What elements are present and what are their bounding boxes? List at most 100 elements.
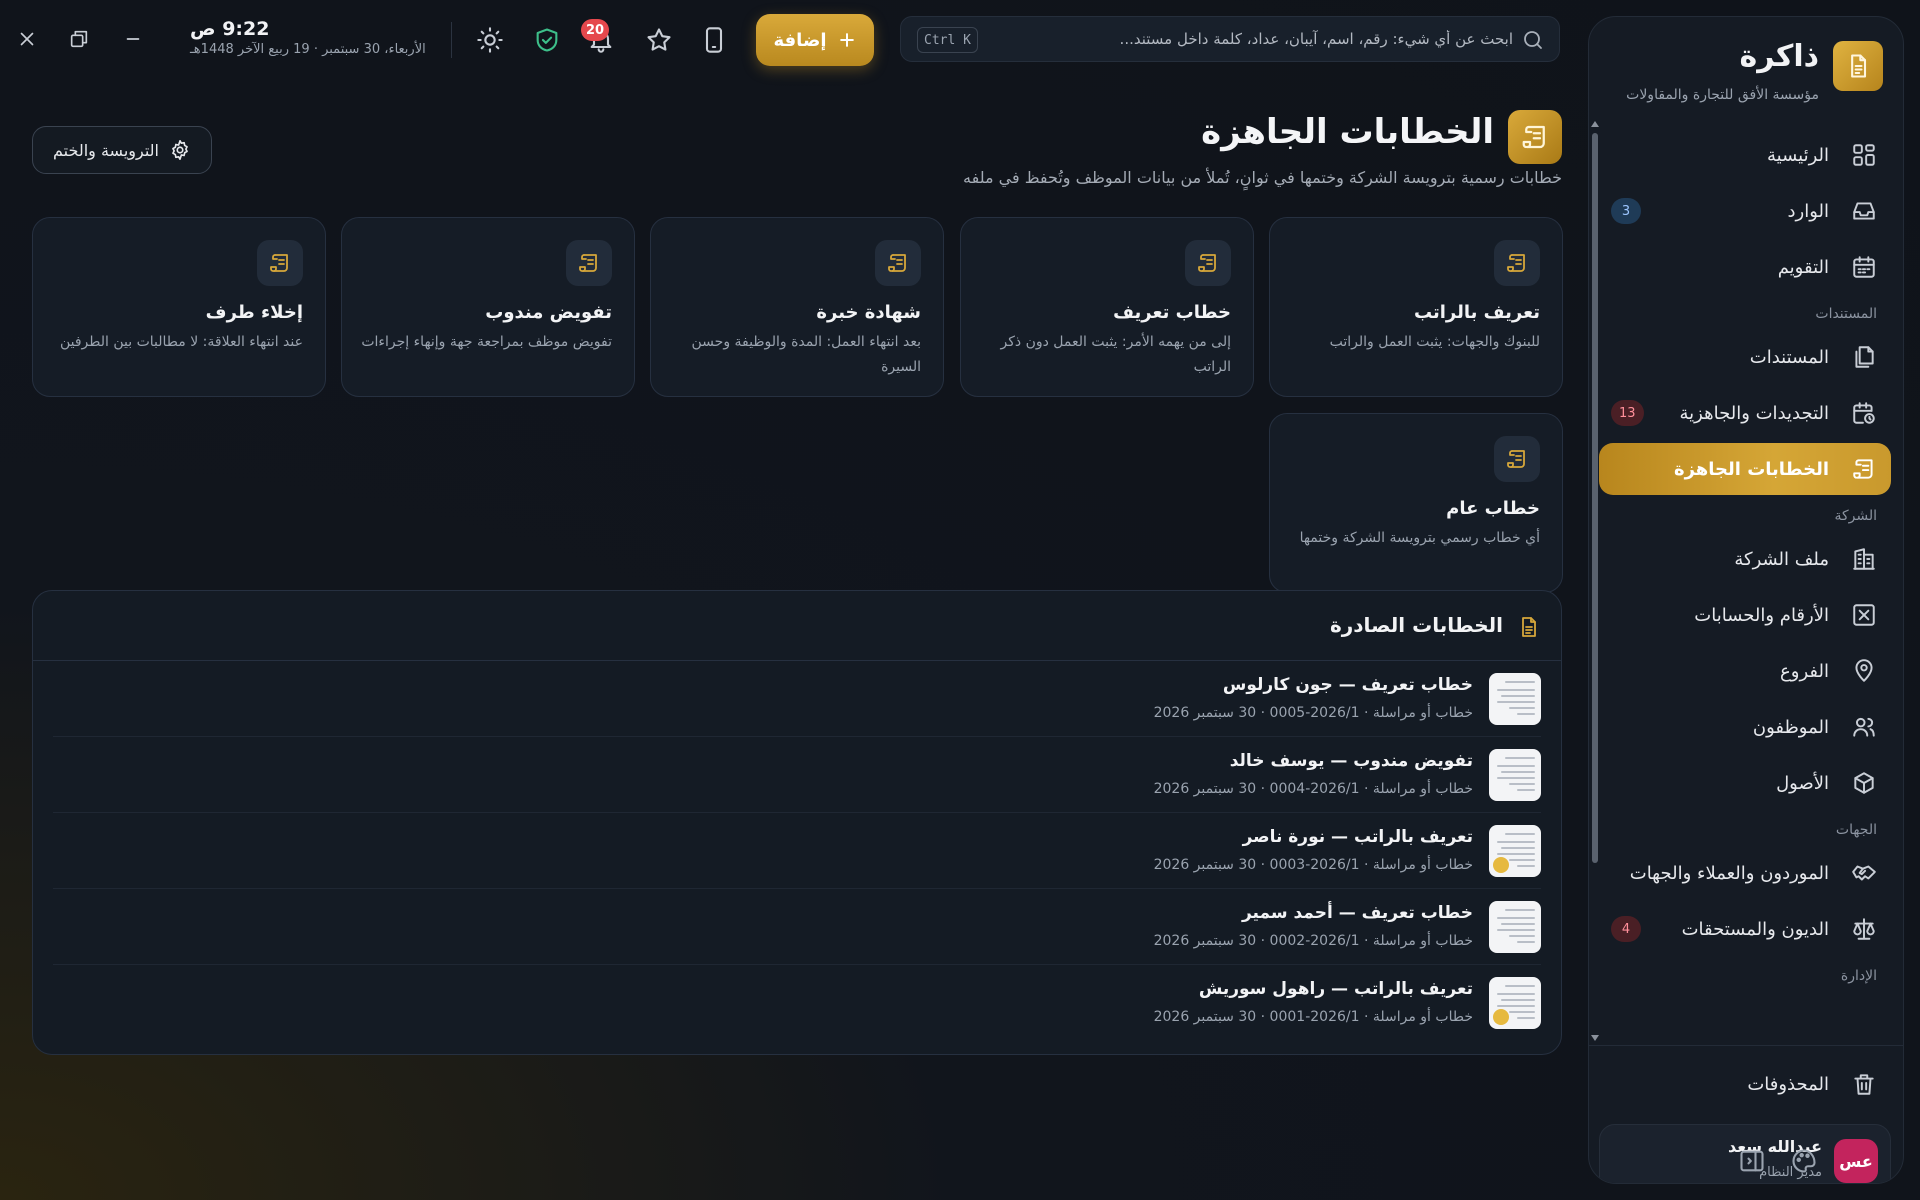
- mobile-icon[interactable]: [700, 26, 728, 54]
- brand-subtitle: مؤسسة الأفق للتجارة والمقاولات: [1626, 87, 1819, 103]
- template-card[interactable]: خطاب عام أي خطاب رسمي بترويسة الشركة وخت…: [1269, 413, 1563, 593]
- building-icon: [1853, 548, 1875, 570]
- shield-check-icon[interactable]: [533, 26, 561, 54]
- minimize-icon[interactable]: [122, 28, 144, 50]
- template-description: أي خطاب رسمي بترويسة الشركة وختمها: [1299, 530, 1540, 546]
- search-input[interactable]: [993, 17, 1513, 61]
- stamp-icon: [1493, 1009, 1509, 1025]
- avatar: عس: [1834, 1139, 1878, 1183]
- scroll-icon: [1185, 240, 1231, 286]
- sidebar-item-home[interactable]: الرئيسية: [1599, 129, 1891, 181]
- template-description: للبنوك والجهات: يثبت العمل والراتب: [1329, 334, 1540, 350]
- box-icon: [1854, 772, 1874, 794]
- sidebar-item-employees[interactable]: الموظفون: [1599, 701, 1891, 753]
- template-card[interactable]: خطاب تعريف إلى من يهمه الأمر: يثبت العمل…: [960, 217, 1254, 397]
- sidebar-item-label: الرئيسية: [1767, 144, 1829, 166]
- stamp-icon: [1493, 857, 1509, 873]
- plus-icon: [839, 33, 854, 47]
- letter-thumbnail: [1489, 673, 1541, 725]
- sidebar-item-assets[interactable]: الأصول: [1599, 757, 1891, 809]
- trash-icon: [1854, 1074, 1874, 1095]
- scroll-icon: [1494, 436, 1540, 482]
- add-button-label: إضافة: [773, 29, 827, 51]
- scroll-up-arrow-icon[interactable]: [1591, 121, 1599, 127]
- sidebar-item-label: الأرقام والحسابات: [1694, 604, 1829, 626]
- issued-letters-title: الخطابات الصادرة: [1329, 613, 1503, 637]
- scroll-icon: [1853, 459, 1873, 479]
- document-icon: [1522, 617, 1536, 637]
- letter-row[interactable]: تفويض مندوب — يوسف خالد خطاب أو مراسلة · …: [53, 737, 1541, 813]
- map-pin-icon: [1855, 659, 1873, 682]
- template-card[interactable]: إخلاء طرف عند انتهاء العلاقة: لا مطالبات…: [32, 217, 326, 397]
- template-title: شهادة خبرة: [816, 302, 921, 323]
- notifications-count-badge: 20: [581, 19, 610, 41]
- letter-row[interactable]: تعريف بالراتب — نورة ناصر خطاب أو مراسلة …: [53, 813, 1541, 889]
- sidebar-item-label: الموظفون: [1752, 716, 1829, 738]
- sidebar-item-label: الموردون والعملاء والجهات: [1629, 862, 1829, 884]
- sidebar-item-documents[interactable]: المستندات: [1599, 331, 1891, 383]
- sidebar-item-numbers-accounts[interactable]: الأرقام والحسابات: [1599, 589, 1891, 641]
- sidebar-item-suppliers[interactable]: الموردون والعملاء والجهات: [1599, 847, 1891, 899]
- sidebar-scrollbar[interactable]: [1589, 121, 1599, 1041]
- users-icon: [1853, 717, 1875, 737]
- letter-row[interactable]: تعريف بالراتب — راهول سوريش خطاب أو مراسل…: [53, 965, 1541, 1041]
- scroll-icon: [875, 240, 921, 286]
- star-icon[interactable]: [645, 26, 673, 54]
- add-button[interactable]: إضافة: [756, 14, 874, 66]
- files-icon: [1855, 346, 1874, 368]
- palette-icon[interactable]: [1790, 1147, 1818, 1175]
- template-description: إلى من يهمه الأمر: يثبت العمل دون ذكر ال…: [1000, 334, 1232, 375]
- sidebar-item-trash[interactable]: المحذوفات: [1599, 1058, 1891, 1110]
- letter-row[interactable]: خطاب تعريف — أحمد سمير خطاب أو مراسلة · 2…: [53, 889, 1541, 965]
- scroll-icon: [566, 240, 612, 286]
- sidebar-nav: الرئيسية الوارد 3 التقويم المستندات المس…: [1599, 129, 1891, 1035]
- letter-meta: خطاب أو مراسلة · 2026/1-0001 · 30 سبتمبر…: [1153, 1009, 1473, 1025]
- letter-thumbnail: [1489, 749, 1541, 801]
- sidebar-item-letters[interactable]: الخطابات الجاهزة: [1599, 443, 1891, 495]
- sidebar-item-company-profile[interactable]: ملف الشركة: [1599, 533, 1891, 585]
- sidebar-item-label: التقويم: [1777, 256, 1829, 278]
- sidebar-item-renewals[interactable]: التجديدات والجاهزية 13: [1599, 387, 1891, 439]
- letterhead-stamp-button[interactable]: الترويسة والختم: [32, 126, 212, 174]
- search-icon: [1524, 31, 1542, 49]
- template-card[interactable]: تعريف بالراتب للبنوك والجهات: يثبت العمل…: [1269, 217, 1563, 397]
- template-card[interactable]: تفويض مندوب تفويض موظف بمراجعة جهة وإنها…: [341, 217, 635, 397]
- sun-icon[interactable]: [476, 26, 504, 54]
- scroll-down-arrow-icon[interactable]: [1591, 1035, 1599, 1041]
- letter-thumbnail: [1489, 977, 1541, 1029]
- close-icon[interactable]: [16, 28, 38, 50]
- letter-title: خطاب تعريف — أحمد سمير: [1241, 903, 1473, 923]
- sidebar-item-label: الفروع: [1780, 660, 1829, 682]
- letter-row[interactable]: خطاب تعريف — جون كارلوس خطاب أو مراسلة · …: [53, 661, 1541, 737]
- template-description: تفويض موظف بمراجعة جهة وإنهاء إجراءات: [361, 334, 612, 350]
- inbox-icon: [1853, 202, 1875, 220]
- template-title: إخلاء طرف: [205, 302, 303, 323]
- section-label-admin: الإدارة: [1840, 968, 1877, 984]
- sidebar-item-calendar[interactable]: التقويم: [1599, 241, 1891, 293]
- scrollbar-thumb[interactable]: [1592, 133, 1598, 863]
- sidebar-item-label: المستندات: [1749, 346, 1829, 368]
- sidebar-item-debts[interactable]: الديون والمستحقات 4: [1599, 903, 1891, 955]
- collapse-sidebar-icon[interactable]: [1738, 1147, 1766, 1175]
- handshake-icon: [1852, 865, 1876, 881]
- restore-window-icon[interactable]: [68, 28, 90, 50]
- global-search[interactable]: Ctrl K: [900, 16, 1560, 62]
- template-card[interactable]: شهادة خبرة بعد انتهاء العمل: المدة والوظ…: [650, 217, 944, 397]
- letter-meta: خطاب أو مراسلة · 2026/1-0003 · 30 سبتمبر…: [1153, 857, 1473, 873]
- sidebar-item-branches[interactable]: الفروع: [1599, 645, 1891, 697]
- user-card[interactable]: عس عبدالله سعد مدير النظام: [1599, 1124, 1891, 1183]
- scale-icon: [1853, 918, 1875, 940]
- letter-thumbnail: [1489, 901, 1541, 953]
- clock: 9:22 ص الأربعاء، 30 سبتمبر · 19 ربيع الآ…: [190, 18, 430, 57]
- renewals-count-badge: 13: [1611, 400, 1644, 426]
- calculator-box-icon: [1853, 604, 1875, 626]
- sidebar-item-label: الوارد: [1787, 200, 1830, 222]
- sidebar-footer: المحذوفات عس عبدالله سعد مدير النظام: [1589, 1045, 1903, 1183]
- debts-count-badge: 4: [1611, 916, 1641, 942]
- calendar-icon: [1853, 256, 1875, 278]
- sidebar-item-label: الديون والمستحقات: [1681, 918, 1829, 940]
- sidebar-item-inbox[interactable]: الوارد 3: [1599, 185, 1891, 237]
- sidebar-item-label: المحذوفات: [1747, 1073, 1829, 1095]
- template-title: خطاب عام: [1446, 498, 1540, 519]
- sidebar-item-label: التجديدات والجاهزية: [1679, 402, 1829, 424]
